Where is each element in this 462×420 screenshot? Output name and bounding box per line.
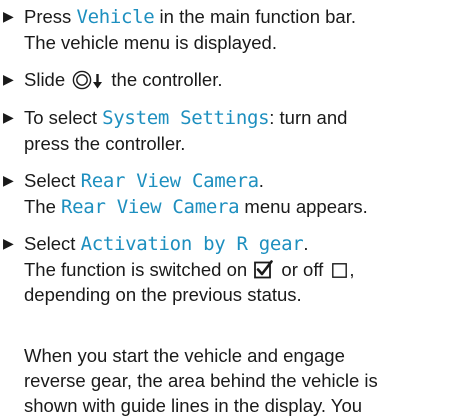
term-rear-view-camera: Rear View Camera — [61, 196, 240, 218]
step-line: ▶ To select System Settings: turn and — [0, 105, 462, 131]
description-paragraph: When you start the vehicle and engage re… — [0, 343, 462, 418]
text-run: in the main function bar. — [154, 6, 356, 27]
text-run: menu appears. — [239, 196, 368, 217]
bullet-icon: ▶ — [3, 172, 14, 188]
text-run: Select — [24, 233, 81, 254]
paragraph-line: shown with guide lines in the display. Y… — [24, 395, 363, 416]
step-5: ▶ Select Activation by R gear. The funct… — [0, 231, 462, 307]
text-run: press the controller. — [24, 133, 186, 154]
text-run: or off — [276, 259, 329, 280]
text-run: , — [349, 259, 355, 280]
paragraph-line: When you start the vehicle and engage — [24, 345, 345, 366]
step-2: ▶ Slide the controller. — [0, 67, 462, 92]
checkbox-checked-icon — [254, 260, 274, 279]
step-line: ▶ Select Activation by R gear. — [0, 231, 462, 257]
text-run: . — [303, 233, 309, 254]
step-line: The Rear View Camera menu appears. — [0, 194, 462, 220]
text-run: Slide — [24, 69, 71, 90]
step-line: press the controller. — [0, 131, 462, 156]
step-3: ▶ To select System Settings: turn and pr… — [0, 105, 462, 156]
text-run: The function is switched on — [24, 259, 253, 280]
text-run: To select — [24, 107, 103, 128]
term-vehicle: Vehicle — [76, 6, 155, 28]
step-line: The vehicle menu is displayed. — [0, 30, 462, 55]
text-run: Select — [24, 170, 81, 191]
text-run: The — [24, 196, 62, 217]
term-system-settings: System Settings — [102, 107, 270, 129]
step-line: depending on the previous status. — [0, 282, 462, 307]
step-1: ▶ Press Vehicle in the main function bar… — [0, 4, 462, 55]
step-line: ▶ Slide the controller. — [0, 67, 462, 92]
step-4: ▶ Select Rear View Camera. The Rear View… — [0, 168, 462, 220]
bullet-icon: ▶ — [3, 8, 14, 24]
step-line: ▶ Select Rear View Camera. — [0, 168, 462, 194]
term-rear-view-camera: Rear View Camera — [80, 170, 260, 192]
text-run: . — [258, 170, 264, 191]
step-line: The function is switched on or off , — [0, 257, 462, 282]
bullet-icon: ▶ — [3, 235, 14, 251]
text-run: depending on the previous status. — [24, 284, 302, 305]
text-run: The vehicle menu is displayed. — [24, 32, 277, 53]
text-run: Press — [24, 6, 77, 27]
checkbox-empty-icon — [332, 263, 348, 278]
text-run: the controller. — [106, 69, 223, 90]
paragraph-line: reverse gear, the area behind the vehicl… — [24, 370, 378, 391]
slide-down-arrow-icon — [93, 74, 103, 89]
bullet-icon: ▶ — [3, 71, 14, 87]
text-run: : turn and — [269, 107, 348, 128]
term-activation-by-r-gear: Activation by R gear — [80, 233, 304, 255]
step-line: ▶ Press Vehicle in the main function bar… — [0, 4, 462, 30]
instruction-page: ▶ Press Vehicle in the main function bar… — [0, 0, 462, 420]
controller-icon — [72, 70, 92, 90]
bullet-icon: ▶ — [3, 109, 14, 125]
